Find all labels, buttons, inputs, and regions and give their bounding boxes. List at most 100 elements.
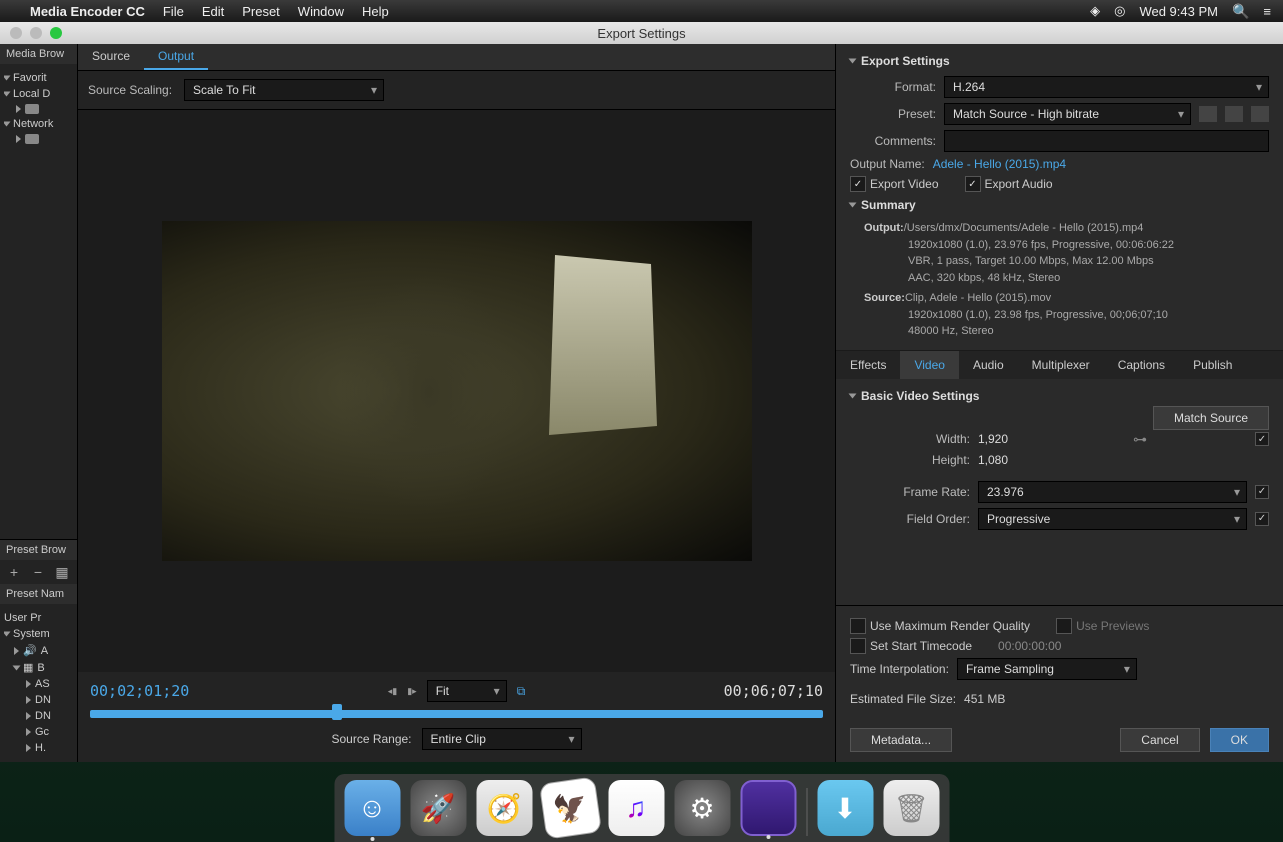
video-preview[interactable] bbox=[162, 221, 752, 561]
notification-icon[interactable]: ◈ bbox=[1090, 3, 1100, 19]
fieldorder-dropdown[interactable]: Progressive bbox=[978, 508, 1247, 530]
network-drives-node[interactable]: Network bbox=[4, 116, 73, 132]
dock-safari-icon[interactable]: 🧭 bbox=[476, 780, 532, 836]
preset-browser-header[interactable]: Preset Brow bbox=[0, 540, 77, 560]
tab-captions[interactable]: Captions bbox=[1104, 351, 1179, 379]
menu-preset[interactable]: Preset bbox=[242, 4, 280, 19]
dock-sysprefs-icon[interactable]: ⚙ bbox=[674, 780, 730, 836]
height-label: Height: bbox=[850, 453, 970, 467]
ok-button[interactable]: OK bbox=[1210, 728, 1269, 752]
settings-tabs: Effects Video Audio Multiplexer Captions… bbox=[836, 351, 1283, 379]
menu-window[interactable]: Window bbox=[298, 4, 344, 19]
menu-list-icon[interactable]: ≡ bbox=[1263, 4, 1271, 19]
dock-media-encoder-icon[interactable] bbox=[740, 780, 796, 836]
basic-video-heading[interactable]: Basic Video Settings bbox=[850, 389, 1269, 403]
fieldorder-match-checkbox[interactable]: ✓ bbox=[1255, 512, 1269, 526]
tab-output[interactable]: Output bbox=[144, 44, 208, 70]
system-presets-node[interactable]: System bbox=[4, 626, 73, 642]
close-window-button[interactable] bbox=[10, 27, 22, 39]
import-preset-icon[interactable] bbox=[1225, 106, 1243, 122]
start-timecode-value[interactable]: 00:00:00:00 bbox=[998, 639, 1061, 653]
disk-icon bbox=[25, 104, 39, 114]
tab-publish[interactable]: Publish bbox=[1179, 351, 1246, 379]
comments-input[interactable] bbox=[944, 130, 1269, 152]
summary-heading[interactable]: Summary bbox=[850, 198, 1269, 212]
menu-help[interactable]: Help bbox=[362, 4, 389, 19]
menu-file[interactable]: File bbox=[163, 4, 184, 19]
dock-trash-icon[interactable]: 🗑 bbox=[883, 780, 939, 836]
use-previews-checkbox[interactable]: Use Previews bbox=[1056, 618, 1149, 634]
delete-preset-icon[interactable] bbox=[1251, 106, 1269, 122]
clock[interactable]: Wed 9:43 PM bbox=[1139, 4, 1218, 19]
drive-item[interactable] bbox=[4, 132, 73, 146]
tab-video[interactable]: Video bbox=[900, 351, 958, 379]
left-sidebar: Media Brow Favorit Local D Network Prese… bbox=[0, 44, 78, 762]
playhead[interactable] bbox=[332, 704, 342, 720]
max-render-quality-checkbox[interactable]: Use Maximum Render Quality bbox=[850, 618, 1030, 634]
export-audio-checkbox[interactable]: Export Audio bbox=[965, 176, 1053, 192]
window-title: Export Settings bbox=[597, 26, 685, 41]
remove-preset-button[interactable]: − bbox=[30, 564, 46, 580]
framerate-dropdown[interactable]: 23.976 bbox=[978, 481, 1247, 503]
framerate-match-checkbox[interactable]: ✓ bbox=[1255, 485, 1269, 499]
set-start-timecode-checkbox[interactable]: Set Start Timecode bbox=[850, 638, 972, 654]
format-dropdown[interactable]: H.264 bbox=[944, 76, 1269, 98]
width-match-checkbox[interactable]: ✓ bbox=[1255, 432, 1269, 446]
add-preset-button[interactable]: + bbox=[6, 564, 22, 580]
time-interpolation-dropdown[interactable]: Frame Sampling bbox=[957, 658, 1137, 680]
preset-group[interactable]: ▦B bbox=[4, 659, 73, 676]
preset-dropdown[interactable]: Match Source - High bitrate bbox=[944, 103, 1191, 125]
match-source-button[interactable]: Match Source bbox=[1153, 406, 1269, 430]
local-drives-node[interactable]: Local D bbox=[4, 86, 73, 102]
crop-icon[interactable]: ⧉ bbox=[517, 684, 526, 699]
preset-item[interactable]: H. bbox=[4, 740, 73, 756]
estimated-size-label: Estimated File Size: bbox=[850, 692, 956, 706]
source-range-dropdown[interactable]: Entire Clip bbox=[422, 728, 582, 750]
tab-source[interactable]: Source bbox=[78, 44, 144, 70]
tab-effects[interactable]: Effects bbox=[836, 351, 900, 379]
drive-item[interactable] bbox=[4, 102, 73, 116]
preset-item[interactable]: DN bbox=[4, 692, 73, 708]
tab-audio[interactable]: Audio bbox=[959, 351, 1018, 379]
width-value[interactable]: 1,920 bbox=[978, 432, 1038, 446]
menu-edit[interactable]: Edit bbox=[202, 4, 224, 19]
current-timecode[interactable]: 00;02;01;20 bbox=[90, 682, 189, 700]
source-scaling-dropdown[interactable]: Scale To Fit bbox=[184, 79, 384, 101]
preset-item[interactable]: AS bbox=[4, 676, 73, 692]
export-settings-heading[interactable]: Export Settings bbox=[850, 54, 1269, 68]
preset-settings-button[interactable]: ▦ bbox=[54, 564, 70, 580]
timeline-controls: 00;02;01;20 ◂▮ ▮▸ Fit ⧉ 00;06;07;10 Sour… bbox=[78, 672, 835, 762]
timeline-track[interactable] bbox=[90, 710, 823, 718]
preset-group[interactable]: 🔊A bbox=[4, 642, 73, 659]
tab-multiplexer[interactable]: Multiplexer bbox=[1018, 351, 1104, 379]
preset-item[interactable]: Gc bbox=[4, 724, 73, 740]
dock-launchpad-icon[interactable]: 🚀 bbox=[410, 780, 466, 836]
cc-sync-icon[interactable]: ◎ bbox=[1114, 3, 1125, 19]
dock-itunes-icon[interactable]: ♫ bbox=[608, 780, 664, 836]
dock-mail-icon[interactable]: 🦅 bbox=[538, 776, 601, 839]
export-settings-window: Export Settings Media Brow Favorit Local… bbox=[0, 22, 1283, 762]
estimated-size-value: 451 MB bbox=[964, 692, 1005, 706]
minimize-window-button[interactable] bbox=[30, 27, 42, 39]
app-name[interactable]: Media Encoder CC bbox=[30, 4, 145, 19]
zoom-fit-dropdown[interactable]: Fit bbox=[427, 680, 507, 702]
favorites-node[interactable]: Favorit bbox=[4, 70, 73, 86]
step-fwd-button[interactable]: ▮▸ bbox=[407, 686, 416, 697]
output-name-link[interactable]: Adele - Hello (2015).mp4 bbox=[933, 157, 1066, 171]
cancel-button[interactable]: Cancel bbox=[1120, 728, 1199, 752]
link-dimensions-icon[interactable]: ⊶ bbox=[1133, 431, 1147, 448]
zoom-window-button[interactable] bbox=[50, 27, 62, 39]
spotlight-icon[interactable]: 🔍 bbox=[1232, 3, 1249, 20]
export-video-checkbox[interactable]: Export Video bbox=[850, 176, 939, 192]
dock-finder-icon[interactable]: ☺ bbox=[344, 780, 400, 836]
preset-item[interactable]: DN bbox=[4, 708, 73, 724]
framerate-label: Frame Rate: bbox=[850, 485, 970, 499]
user-presets-node[interactable]: User Pr bbox=[4, 610, 73, 626]
media-browser-header[interactable]: Media Brow bbox=[0, 44, 77, 64]
dock-downloads-icon[interactable]: ⬇ bbox=[817, 780, 873, 836]
save-preset-icon[interactable] bbox=[1199, 106, 1217, 122]
preset-name-column[interactable]: Preset Nam bbox=[0, 584, 77, 604]
step-back-button[interactable]: ◂▮ bbox=[388, 686, 397, 697]
height-value[interactable]: 1,080 bbox=[978, 453, 1038, 467]
metadata-button[interactable]: Metadata... bbox=[850, 728, 952, 752]
